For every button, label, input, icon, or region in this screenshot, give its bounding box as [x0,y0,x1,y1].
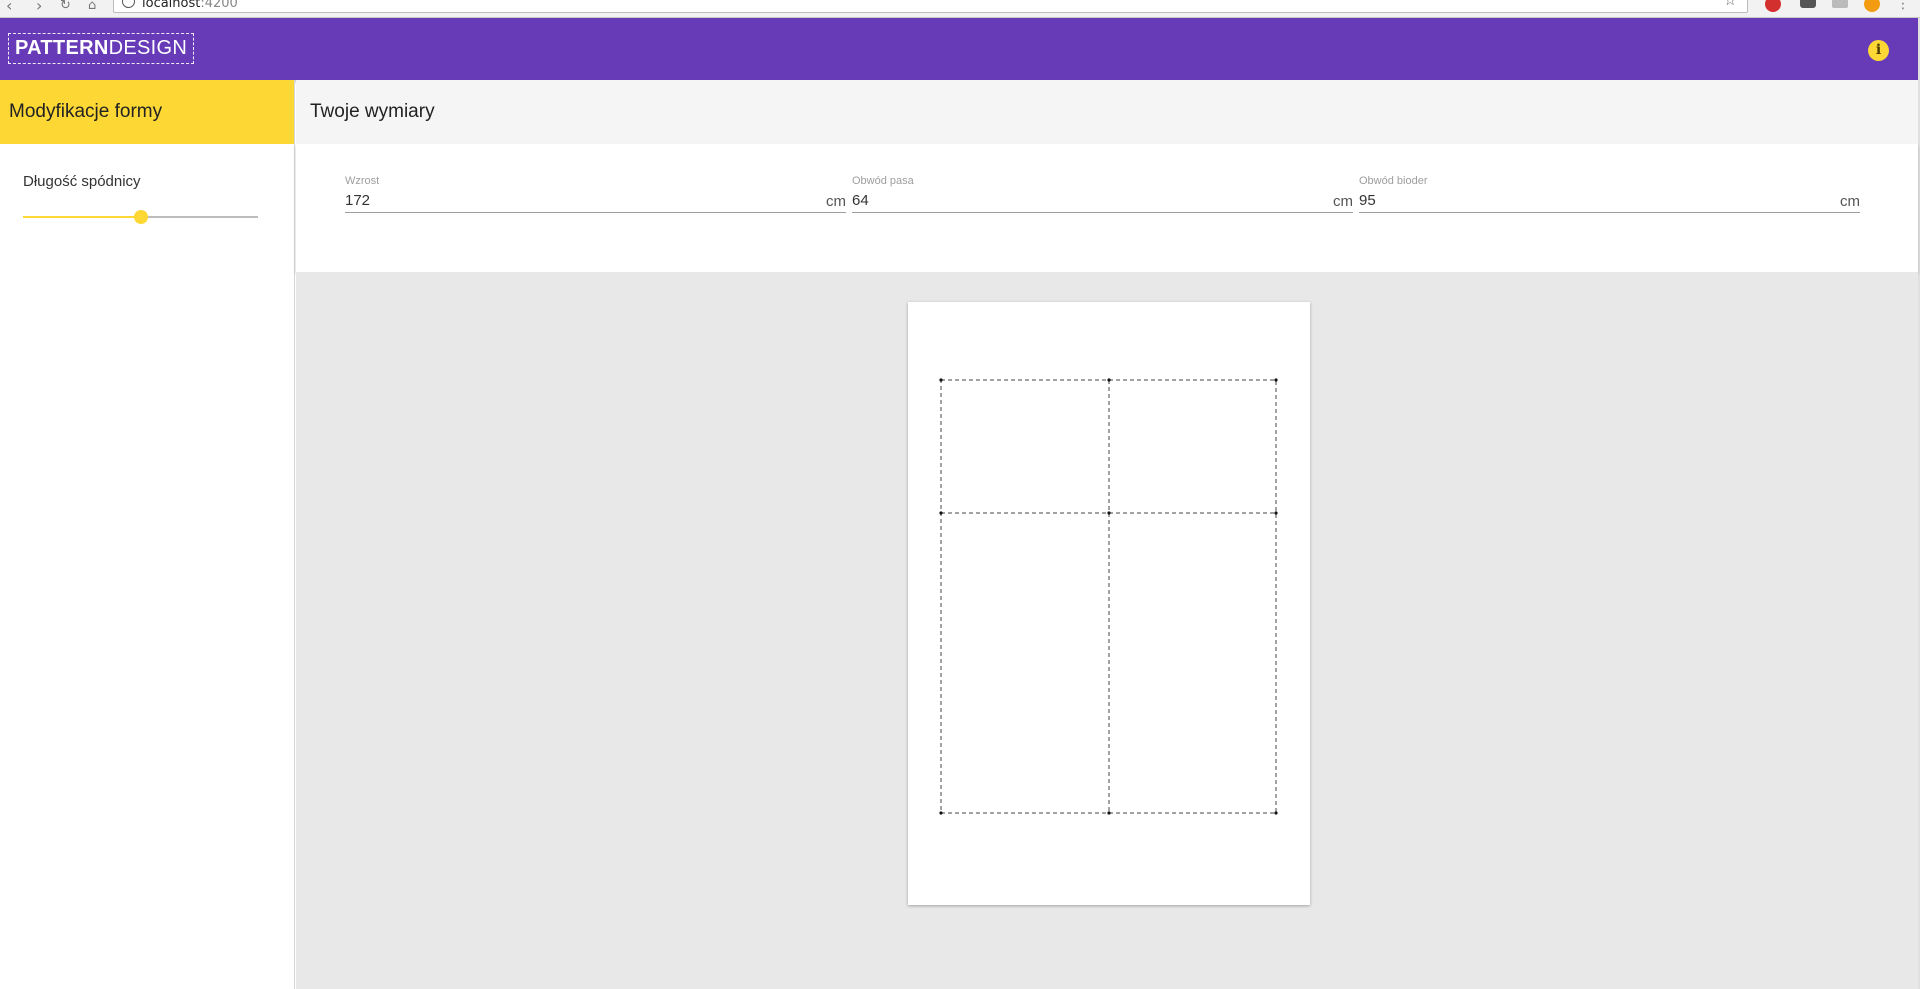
adblock-extension-icon[interactable] [1765,0,1781,12]
sidebar-title: Modyfikacje formy [0,80,294,144]
pattern-canvas-area [296,272,1918,989]
pattern-point[interactable] [939,378,943,382]
pattern-point[interactable] [1274,378,1278,382]
sidebar: Modyfikacje formy Długość spódnicy [0,80,295,989]
pattern-point[interactable] [1274,511,1278,515]
browser-toolbar: ‹ › ↻ ⌂ localhost:4200 ☆ ⋮ [0,0,1920,18]
star-icon[interactable]: ☆ [1724,0,1737,9]
measurements-panel: Wzrost cm Obwód pasa cm Obwód bioder cm [296,144,1918,272]
app-header: PATTERNDESIGN i [0,18,1920,80]
waist-unit: cm [1333,193,1353,210]
hips-field: Obwód bioder cm [1359,175,1860,219]
address-bar[interactable]: localhost:4200 ☆ [113,0,1748,13]
profile-extension-icon[interactable] [1864,0,1880,12]
logo-light: DESIGN [108,37,188,59]
measurements-title: Twoje wymiary [296,80,1918,144]
pattern-point[interactable] [1107,511,1111,515]
hips-unit: cm [1840,193,1860,210]
cast-extension-icon[interactable] [1832,0,1848,8]
pattern-point[interactable] [1107,811,1111,815]
skirt-length-label: Długość spódnicy [23,173,141,190]
height-input[interactable] [345,189,846,213]
menu-icon[interactable]: ⋮ [1896,0,1910,12]
site-info-icon[interactable] [122,0,135,8]
pattern-drawing[interactable] [908,302,1310,905]
slider-fill [23,216,141,218]
pattern-point[interactable] [1274,811,1278,815]
waist-label: Obwód pasa [852,175,914,187]
hips-label: Obwód bioder [1359,175,1428,187]
waist-input[interactable] [852,189,1353,213]
skirt-length-slider[interactable] [23,209,258,225]
slider-thumb[interactable] [133,210,148,224]
height-field: Wzrost cm [345,175,846,219]
height-unit: cm [826,193,846,210]
height-label: Wzrost [345,175,380,187]
pattern-page [908,302,1310,905]
glasses-extension-icon[interactable] [1800,0,1816,8]
pattern-point[interactable] [939,511,943,515]
logo[interactable]: PATTERNDESIGN [8,33,195,64]
url-text: localhost:4200 [142,0,238,11]
info-icon[interactable]: i [1868,40,1889,61]
home-icon[interactable]: ⌂ [88,0,96,13]
back-icon[interactable]: ‹ [6,0,12,15]
hips-input[interactable] [1359,189,1860,213]
forward-icon[interactable]: › [36,0,42,15]
pattern-point[interactable] [939,811,943,815]
reload-icon[interactable]: ↻ [60,0,71,13]
waist-field: Obwód pasa cm [852,175,1353,219]
pattern-point[interactable] [1107,378,1111,382]
logo-bold: PATTERN [15,37,109,59]
